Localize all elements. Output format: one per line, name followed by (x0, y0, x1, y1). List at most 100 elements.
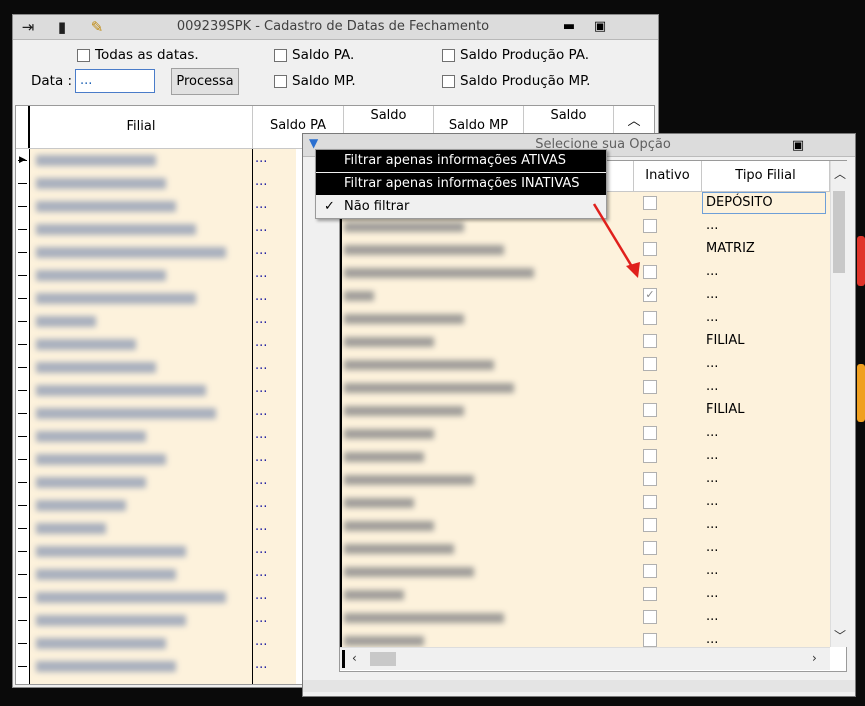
table-row[interactable]: ... (30, 471, 296, 494)
traffic-light-icon[interactable]: ▮ (53, 18, 71, 36)
list-item[interactable]: FILIAL (340, 399, 830, 422)
header-inativo[interactable]: Inativo (634, 161, 702, 191)
list-item[interactable]: ... (340, 445, 830, 468)
table-row[interactable]: ... (30, 632, 296, 655)
table-row[interactable]: ... (30, 195, 296, 218)
header-tipo-filial[interactable]: Tipo Filial (702, 161, 830, 191)
checkbox-box[interactable] (77, 48, 90, 62)
scroll-up-icon[interactable]: ︿ (834, 165, 846, 182)
saldo-pa-cell[interactable]: ... (255, 266, 267, 281)
filter-icon[interactable]: ▼ (309, 136, 318, 150)
saldo-pa-cell[interactable]: ... (255, 335, 267, 350)
saldo-pa-cell[interactable]: ... (255, 312, 267, 327)
menu-item-ativas[interactable]: Filtrar apenas informações ATIVAS (316, 150, 606, 172)
table-row[interactable]: ... (30, 494, 296, 517)
list-item[interactable]: ... (340, 491, 830, 514)
table-row[interactable]: ... (30, 287, 296, 310)
saldo-pa-cell[interactable]: ... (255, 496, 267, 511)
table-row[interactable]: ... (30, 425, 296, 448)
horizontal-scrollbar[interactable]: ‹ › (340, 647, 830, 670)
saldo-pa-cell[interactable]: ... (255, 565, 267, 580)
saldo-pa-cell[interactable]: ... (255, 634, 267, 649)
saldo-mp-checkbox[interactable]: Saldo MP. (274, 72, 356, 90)
inativo-checkbox[interactable] (643, 472, 657, 486)
list-item[interactable]: ... (340, 376, 830, 399)
saldo-pa-cell[interactable]: ... (255, 404, 267, 419)
inativo-checkbox[interactable] (643, 426, 657, 440)
table-row[interactable]: ... (30, 586, 296, 609)
table-row[interactable]: ... (30, 333, 296, 356)
table-row[interactable]: ... (30, 264, 296, 287)
saldo-pa-cell[interactable]: ... (255, 473, 267, 488)
list-item[interactable]: ✓... (340, 284, 830, 307)
list-item[interactable]: MATRIZ (340, 238, 830, 261)
inativo-checkbox[interactable] (643, 403, 657, 417)
inativo-checkbox[interactable] (643, 311, 657, 325)
table-row[interactable]: ... (30, 402, 296, 425)
saldo-pa-cell[interactable]: ... (255, 220, 267, 235)
table-row[interactable]: ... (30, 609, 296, 632)
saldo-pa-cell[interactable]: ... (255, 588, 267, 603)
saldo-pa-cell[interactable]: ... (255, 450, 267, 465)
header-filial[interactable]: Filial (30, 106, 253, 148)
list-item[interactable]: ... (340, 468, 830, 491)
list-item[interactable]: ... (340, 537, 830, 560)
list-item[interactable]: ... (340, 353, 830, 376)
table-row[interactable]: ... (30, 218, 296, 241)
saldo-pa-cell[interactable]: ... (255, 358, 267, 373)
data-input[interactable]: ... (75, 69, 155, 93)
saldo-pa-cell[interactable]: ... (255, 519, 267, 534)
table-row[interactable]: ... (30, 563, 296, 586)
todas-datas-checkbox[interactable]: Todas as datas. (77, 46, 199, 64)
table-row[interactable]: ... (30, 149, 296, 172)
saldo-pa-cell[interactable]: ... (255, 197, 267, 212)
saldo-pa-cell[interactable]: ... (255, 289, 267, 304)
menu-item-inativas[interactable]: Filtrar apenas informações INATIVAS (316, 173, 606, 195)
inativo-checkbox[interactable] (643, 334, 657, 348)
table-row[interactable]: ... (30, 310, 296, 333)
table-row[interactable]: ... (30, 540, 296, 563)
checkbox-box[interactable] (442, 74, 455, 88)
table-row[interactable]: ... (30, 655, 296, 678)
processa-button[interactable]: Processa (171, 68, 239, 95)
table-row[interactable]: ... (30, 356, 296, 379)
menu-item-nao-filtrar[interactable]: ✓ Não filtrar (316, 196, 606, 218)
table-row[interactable]: ... (30, 172, 296, 195)
list-item[interactable]: ... (340, 307, 830, 330)
scroll-thumb[interactable] (833, 191, 845, 273)
table-row[interactable]: ... (30, 241, 296, 264)
checkbox-box[interactable] (274, 48, 287, 62)
checkbox-box[interactable] (442, 48, 455, 62)
inativo-checkbox[interactable] (643, 449, 657, 463)
saldo-producao-pa-checkbox[interactable]: Saldo Produção PA. (442, 46, 589, 64)
scroll-right-icon[interactable]: › (812, 651, 817, 665)
minimize-icon[interactable]: ▬ (560, 18, 578, 35)
saldo-pa-cell[interactable]: ... (255, 542, 267, 557)
wrench-icon[interactable]: ✎ (88, 18, 106, 36)
saldo-pa-cell[interactable]: ... (255, 243, 267, 258)
inativo-checkbox[interactable] (643, 587, 657, 601)
inativo-checkbox[interactable] (643, 541, 657, 555)
saldo-pa-cell[interactable]: ... (255, 174, 267, 189)
saldo-pa-cell[interactable]: ... (255, 657, 267, 672)
saldo-pa-cell[interactable]: ... (255, 427, 267, 442)
maximize-icon[interactable]: ▣ (591, 18, 609, 35)
inativo-checkbox[interactable] (643, 633, 657, 647)
list-item[interactable]: ... (340, 560, 830, 583)
exit-icon[interactable]: ⇥ (19, 18, 37, 36)
list-item[interactable]: ... (340, 261, 830, 284)
list-item[interactable]: ... (340, 583, 830, 606)
list-item[interactable]: ... (340, 606, 830, 629)
scroll-left-icon[interactable]: ‹ (352, 651, 357, 665)
list-item[interactable]: ... (340, 514, 830, 537)
inativo-checkbox[interactable] (643, 518, 657, 532)
saldo-pa-cell[interactable]: ... (255, 151, 267, 166)
list-item[interactable]: FILIAL (340, 330, 830, 353)
scroll-down-icon[interactable]: ﹀ (834, 627, 846, 644)
inativo-checkbox[interactable]: ✓ (643, 288, 657, 302)
inativo-checkbox[interactable] (643, 357, 657, 371)
table-row[interactable]: ... (30, 517, 296, 540)
h-scroll-thumb[interactable] (370, 652, 396, 666)
saldo-producao-mp-checkbox[interactable]: Saldo Produção MP. (442, 72, 590, 90)
inativo-checkbox[interactable] (643, 380, 657, 394)
